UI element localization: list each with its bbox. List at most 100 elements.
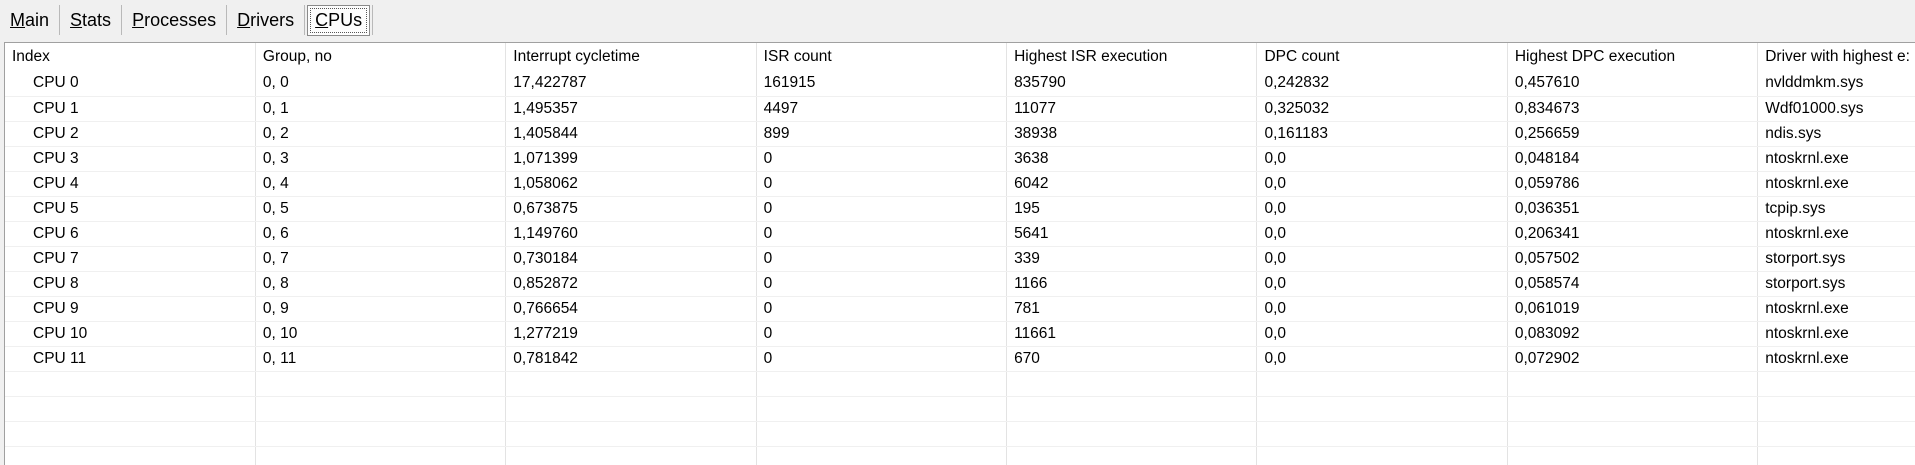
- cell-highest-dpc: 0,059786: [1507, 171, 1759, 197]
- column-header-highest-isr-execution[interactable]: Highest ISR execution: [1006, 43, 1258, 71]
- cell-highest-dpc: 0,083092: [1507, 321, 1759, 347]
- table-row[interactable]: CPU 11 0, 11 0,781842 0 670 0,0 0,072902…: [5, 346, 1915, 372]
- empty-cell: [1507, 421, 1759, 447]
- column-header-driver-highest[interactable]: Driver with highest e:: [1757, 43, 1915, 71]
- cell-dpc-count: 0,0: [1256, 146, 1508, 172]
- empty-row: [5, 396, 1915, 422]
- empty-cell: [1256, 396, 1508, 422]
- cell-group: 0, 6: [255, 221, 507, 247]
- cell-highest-dpc: 0,206341: [1507, 221, 1759, 247]
- table-row[interactable]: CPU 1 0, 1 1,495357 4497 11077 0,325032 …: [5, 96, 1915, 122]
- cell-group: 0, 1: [255, 96, 507, 122]
- cell-dpc-count: 0,0: [1256, 271, 1508, 297]
- table-row[interactable]: CPU 9 0, 9 0,766654 0 781 0,0 0,061019 n…: [5, 296, 1915, 322]
- tab-main-accel: M: [10, 9, 25, 30]
- cell-driver: nvlddmkm.sys: [1757, 71, 1915, 97]
- tab-drivers[interactable]: Drivers: [229, 4, 302, 37]
- cell-highest-dpc: 0,048184: [1507, 146, 1759, 172]
- tab-separator: [121, 5, 123, 35]
- column-header-interrupt-cycletime[interactable]: Interrupt cycletime: [505, 43, 757, 71]
- cell-group: 0, 10: [255, 321, 507, 347]
- cell-driver: ntoskrnl.exe: [1757, 346, 1915, 372]
- table-row[interactable]: CPU 0 0, 0 17,422787 161915 835790 0,242…: [5, 71, 1915, 97]
- tab-processes-accel: P: [132, 9, 145, 30]
- cell-isr-count: 0: [756, 196, 1008, 222]
- cell-highest-isr: 781: [1006, 296, 1258, 322]
- cell-isr-count: 0: [756, 171, 1008, 197]
- empty-cell: [756, 396, 1008, 422]
- cell-index: CPU 4: [5, 171, 256, 197]
- cell-dpc-count: 0,0: [1256, 171, 1508, 197]
- cell-group: 0, 5: [255, 196, 507, 222]
- empty-cell: [255, 446, 507, 465]
- empty-cell: [255, 421, 507, 447]
- column-header-index[interactable]: Index: [5, 43, 256, 71]
- cell-cycletime: 0,781842: [505, 346, 757, 372]
- cell-cycletime: 17,422787: [505, 71, 757, 97]
- empty-cell: [1256, 421, 1508, 447]
- cell-index: CPU 7: [5, 246, 256, 272]
- column-header-dpc-count[interactable]: DPC count: [1256, 43, 1508, 71]
- tab-separator: [226, 5, 228, 35]
- table-row[interactable]: CPU 6 0, 6 1,149760 0 5641 0,0 0,206341 …: [5, 221, 1915, 247]
- table-row[interactable]: CPU 10 0, 10 1,277219 0 11661 0,0 0,0830…: [5, 321, 1915, 347]
- tab-cpus[interactable]: C PUs: [307, 4, 371, 36]
- cell-isr-count: 0: [756, 271, 1008, 297]
- cell-cycletime: 1,495357: [505, 96, 757, 122]
- cell-cycletime: 1,058062: [505, 171, 757, 197]
- empty-cell: [1256, 371, 1508, 397]
- cpu-table-container[interactable]: Index Group, no Interrupt cycletime ISR …: [4, 42, 1915, 465]
- empty-cell: [1006, 371, 1258, 397]
- table-row[interactable]: CPU 4 0, 4 1,058062 0 6042 0,0 0,059786 …: [5, 171, 1915, 197]
- table-row[interactable]: CPU 5 0, 5 0,673875 0 195 0,0 0,036351 t…: [5, 196, 1915, 222]
- empty-cell: [756, 421, 1008, 447]
- cell-dpc-count: 0,0: [1256, 346, 1508, 372]
- tab-separator: [372, 5, 374, 35]
- column-header-isr-count[interactable]: ISR count: [756, 43, 1008, 71]
- empty-cell: [505, 371, 757, 397]
- cell-driver: ntoskrnl.exe: [1757, 146, 1915, 172]
- cell-group: 0, 3: [255, 146, 507, 172]
- cell-driver: tcpip.sys: [1757, 196, 1915, 222]
- table-header-row: Index Group, no Interrupt cycletime ISR …: [5, 43, 1915, 71]
- tab-stats[interactable]: Stats: [62, 4, 119, 37]
- tab-processes[interactable]: Processes: [124, 4, 224, 37]
- cell-group: 0, 11: [255, 346, 507, 372]
- empty-cell: [255, 396, 507, 422]
- empty-row: [5, 371, 1915, 397]
- table-row[interactable]: CPU 2 0, 2 1,405844 899 38938 0,161183 0…: [5, 121, 1915, 147]
- table-row[interactable]: CPU 8 0, 8 0,852872 0 1166 0,0 0,058574 …: [5, 271, 1915, 297]
- tab-stats-label: tats: [82, 9, 112, 30]
- cell-index: CPU 2: [5, 121, 256, 147]
- cell-highest-isr: 670: [1006, 346, 1258, 372]
- cell-cycletime: 0,673875: [505, 196, 757, 222]
- empty-cell: [505, 421, 757, 447]
- cell-cycletime: 1,149760: [505, 221, 757, 247]
- cell-highest-dpc: 0,061019: [1507, 296, 1759, 322]
- cell-dpc-count: 0,325032: [1256, 96, 1508, 122]
- column-header-highest-dpc-execution[interactable]: Highest DPC execution: [1507, 43, 1759, 71]
- cell-isr-count: 0: [756, 296, 1008, 322]
- cell-highest-dpc: 0,834673: [1507, 96, 1759, 122]
- empty-cell: [1507, 446, 1759, 465]
- empty-cell: [1006, 421, 1258, 447]
- empty-cell: [1507, 371, 1759, 397]
- tab-main[interactable]: Main: [2, 4, 57, 37]
- empty-cell: [255, 371, 507, 397]
- cell-highest-isr: 3638: [1006, 146, 1258, 172]
- table-row[interactable]: CPU 7 0, 7 0,730184 0 339 0,0 0,057502 s…: [5, 246, 1915, 272]
- cell-index: CPU 3: [5, 146, 256, 172]
- column-header-group-no[interactable]: Group, no: [255, 43, 507, 71]
- cell-isr-count: 4497: [756, 96, 1008, 122]
- cell-driver: Wdf01000.sys: [1757, 96, 1915, 122]
- cell-highest-dpc: 0,457610: [1507, 71, 1759, 97]
- cell-highest-dpc: 0,256659: [1507, 121, 1759, 147]
- cell-isr-count: 0: [756, 146, 1008, 172]
- cell-driver: ntoskrnl.exe: [1757, 296, 1915, 322]
- table-row[interactable]: CPU 3 0, 3 1,071399 0 3638 0,0 0,048184 …: [5, 146, 1915, 172]
- cell-highest-isr: 339: [1006, 246, 1258, 272]
- cell-group: 0, 0: [255, 71, 507, 97]
- empty-cell: [5, 421, 256, 447]
- tab-drivers-accel: D: [237, 9, 251, 30]
- cell-isr-count: 0: [756, 346, 1008, 372]
